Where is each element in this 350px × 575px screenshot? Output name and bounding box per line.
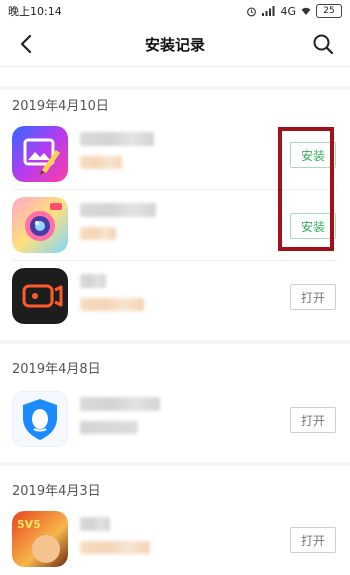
app-name-blurred (80, 274, 106, 288)
list-item[interactable]: 打开 (0, 262, 350, 332)
app-name-blurred (80, 132, 154, 146)
section-gap (0, 86, 350, 90)
alarm-icon (247, 7, 257, 16)
app-name-blurred (80, 517, 110, 531)
game-icon-text: 5V5 (17, 518, 41, 531)
status-icons: 4G 25 (246, 4, 342, 18)
battery-indicator: 25 (316, 4, 342, 18)
signal-icon (262, 6, 275, 16)
highlight-box (278, 127, 334, 251)
section-date: 2019年4月10日 (12, 99, 109, 114)
back-arrow-icon[interactable] (14, 31, 40, 57)
game-app-icon: 5V5 (12, 511, 68, 567)
open-button[interactable]: 打开 (290, 284, 336, 310)
search-icon[interactable] (310, 31, 336, 57)
open-button[interactable]: 打开 (290, 527, 336, 553)
network-type: 4G (280, 4, 296, 18)
app-header: 安装记录 (0, 22, 350, 66)
status-bar: 晚上10:14 4G 25 (0, 0, 350, 22)
photo-editor-app-icon (12, 126, 68, 182)
app-info-blurred (80, 227, 116, 240)
app-info-blurred (80, 156, 122, 169)
app-info-blurred (80, 298, 144, 311)
qq-security-app-icon (12, 391, 68, 447)
row-divider (12, 260, 338, 261)
section-date: 2019年4月3日 (12, 484, 101, 499)
page-title: 安装记录 (144, 35, 205, 54)
list-item[interactable]: 5V5 打开 (0, 505, 350, 575)
app-info-blurred (80, 421, 138, 434)
list-item[interactable]: 打开 (0, 385, 350, 455)
app-name-blurred (80, 397, 160, 411)
app-info-blurred (80, 541, 150, 554)
section-date: 2019年4月8日 (12, 362, 101, 377)
app-name-blurred (80, 203, 156, 217)
section-gap (0, 462, 350, 466)
section-gap (0, 340, 350, 344)
video-recorder-app-icon (12, 268, 68, 324)
beauty-camera-app-icon (12, 197, 68, 253)
open-button[interactable]: 打开 (290, 407, 336, 433)
status-time: 晚上10:14 (8, 5, 62, 18)
wifi-icon (301, 7, 311, 15)
header-divider (0, 66, 350, 67)
